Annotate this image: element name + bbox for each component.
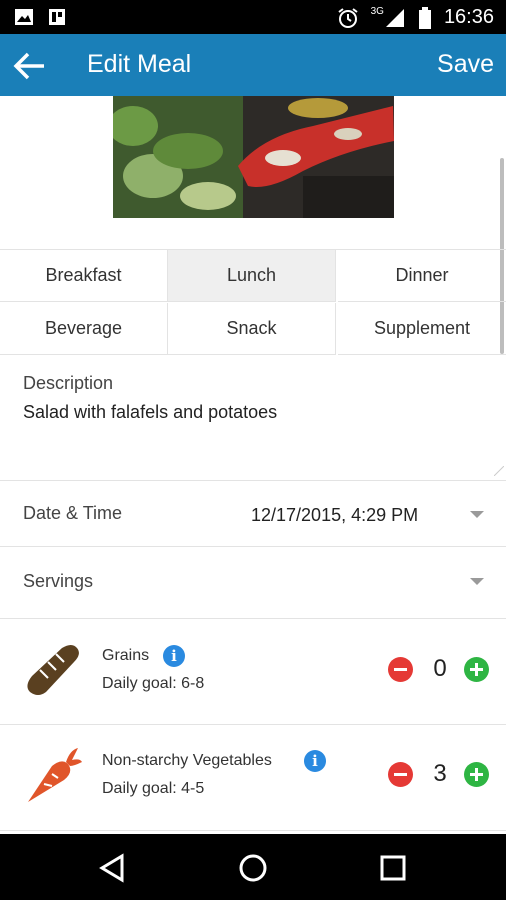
food-group-goal: Daily goal: 6-8 — [102, 675, 205, 692]
carrot-icon — [28, 748, 82, 802]
food-group-name: Grains — [102, 647, 150, 664]
info-icon[interactable]: i — [163, 645, 185, 667]
food-group-goal: Daily goal: 4-5 — [102, 780, 205, 797]
increment-button[interactable] — [464, 762, 489, 787]
arrow-left-icon[interactable] — [12, 48, 48, 84]
food-group-name: Non-starchy Vegetables — [102, 752, 272, 769]
grid-icon — [49, 9, 65, 25]
description-value[interactable]: Salad with falafels and potatoes — [23, 402, 277, 423]
navigation-bar — [0, 834, 506, 900]
food-group-vegetables: Non-starchy Vegetables i Daily goal: 4-5… — [0, 726, 506, 831]
network-type: 3G — [370, 6, 384, 17]
date-time-label: Date & Time — [23, 503, 123, 523]
food-group-grains: Grains i Daily goal: 6-8 0 — [0, 620, 506, 725]
increment-button[interactable] — [464, 657, 489, 682]
save-button[interactable]: Save — [437, 50, 494, 79]
description-label: Description — [23, 373, 114, 393]
home-circle-icon[interactable] — [233, 848, 273, 888]
app-bar: Edit Meal Save — [0, 34, 506, 96]
description-field[interactable]: Description Salad with falafels and pota… — [0, 356, 506, 481]
meal-type-supplement[interactable]: Supplement — [338, 303, 506, 355]
servings-row[interactable]: Servings — [0, 548, 506, 619]
recents-square-icon[interactable] — [373, 848, 413, 888]
info-icon[interactable]: i — [304, 750, 326, 772]
meal-type-selector: Breakfast Lunch Dinner Beverage Snack Su… — [0, 249, 506, 356]
serving-count: 0 — [433, 655, 447, 682]
meal-type-breakfast[interactable]: Breakfast — [0, 250, 168, 302]
status-bar: 3G 16:36 — [0, 0, 506, 34]
alarm-icon — [337, 7, 358, 28]
meal-photo[interactable] — [113, 96, 394, 218]
meal-type-beverage[interactable]: Beverage — [0, 303, 168, 355]
resize-handle-icon — [494, 466, 504, 476]
meal-type-snack[interactable]: Snack — [168, 303, 336, 355]
battery-icon — [418, 6, 431, 29]
meal-type-lunch[interactable]: Lunch — [168, 250, 336, 302]
date-time-value[interactable]: 12/17/2015, 4:29 PM — [251, 505, 418, 526]
serving-count: 3 — [433, 760, 447, 787]
back-triangle-icon[interactable] — [94, 848, 134, 888]
bread-icon — [27, 645, 79, 695]
chevron-down-icon[interactable] — [470, 578, 484, 585]
chevron-down-icon[interactable] — [470, 511, 484, 518]
page-title: Edit Meal — [87, 50, 192, 78]
decrement-button[interactable] — [388, 657, 413, 682]
image-icon — [15, 9, 33, 25]
date-time-row[interactable]: Date & Time 12/17/2015, 4:29 PM — [0, 484, 506, 547]
servings-label: Servings — [23, 571, 94, 591]
meal-type-dinner[interactable]: Dinner — [338, 250, 506, 302]
clock: 16:36 — [443, 6, 494, 28]
signal-icon — [385, 8, 404, 27]
decrement-button[interactable] — [388, 762, 413, 787]
